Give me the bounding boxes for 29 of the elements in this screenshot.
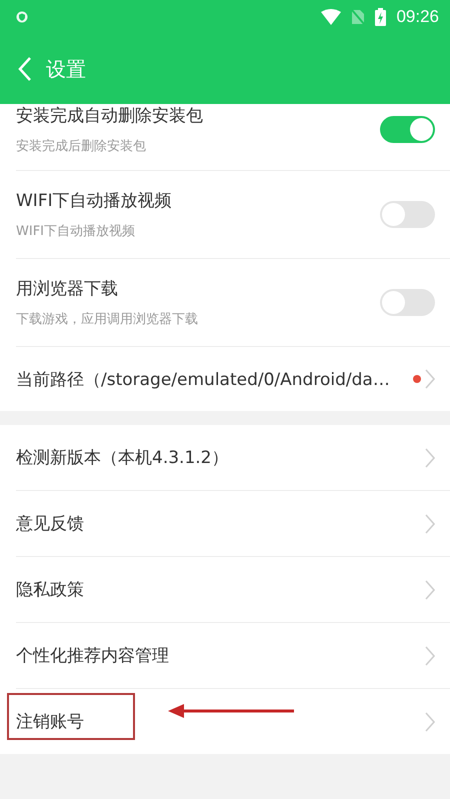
setting-description: WIFI下自动播放视频 xyxy=(16,223,135,240)
setting-title: 检测新版本（本机4.3.1.2） xyxy=(16,447,228,469)
back-button[interactable] xyxy=(18,56,32,82)
shield-icon xyxy=(16,11,28,23)
setting-title: 个性化推荐内容管理 xyxy=(16,645,169,667)
chevron-right-icon xyxy=(425,646,435,666)
setting-title: 用浏览器下载 xyxy=(16,278,118,300)
toggle-switch[interactable] xyxy=(380,201,435,228)
chevron-right-icon xyxy=(425,514,435,534)
setting-description: 安装完成后删除安装包 xyxy=(16,138,146,155)
chevron-right-icon xyxy=(425,580,435,600)
back-icon xyxy=(18,56,32,82)
setting-title: 注销账号 xyxy=(16,711,84,733)
setting-title: WIFI下自动播放视频 xyxy=(16,190,172,212)
chevron-right-icon xyxy=(425,369,435,389)
page-title: 设置 xyxy=(46,56,86,82)
status-time: 09:26 xyxy=(396,7,439,27)
setting-title: 意见反馈 xyxy=(16,513,84,535)
setting-description: 下载游戏，应用调用浏览器下载 xyxy=(16,311,198,328)
toggle-switch[interactable] xyxy=(380,289,435,316)
setting-title: 当前路径（/storage/emulated/0/Android/da… xyxy=(16,368,390,390)
no-sim-icon xyxy=(351,9,366,25)
chevron-right-icon xyxy=(425,712,435,732)
toggle-switch[interactable] xyxy=(380,116,435,143)
battery-icon xyxy=(375,8,386,26)
wifi-icon xyxy=(321,9,342,25)
setting-title: 安装完成自动删除安装包 xyxy=(16,105,203,127)
setting-title: 隐私政策 xyxy=(16,579,84,601)
chevron-right-icon xyxy=(425,448,435,468)
